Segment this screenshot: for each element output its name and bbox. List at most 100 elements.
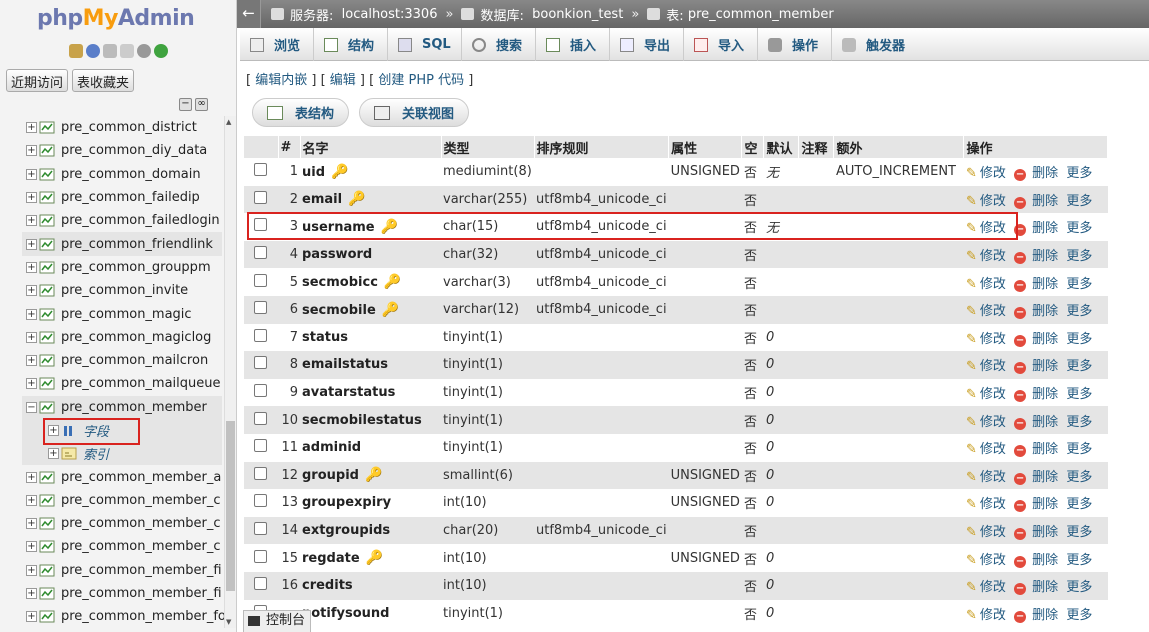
collapse-all-icon[interactable]: −: [179, 98, 192, 111]
expand-icon[interactable]: +: [26, 145, 37, 157]
edit-link[interactable]: 编辑: [330, 73, 356, 88]
table-row[interactable]: 16 credits int(10) 否 0 ✎ 修改 − 删除 更多: [244, 571, 1108, 600]
edit-action[interactable]: ✎ 修改: [966, 387, 1006, 402]
delete-action[interactable]: − 删除: [1014, 580, 1058, 596]
edit-action[interactable]: ✎ 修改: [966, 249, 1006, 264]
more-action[interactable]: 更多: [1066, 553, 1092, 568]
table-row[interactable]: 9 avatarstatus tinyint(1) 否 0 ✎ 修改 − 删除 更多: [244, 378, 1108, 407]
subtab-table-structure[interactable]: 表结构: [252, 98, 350, 127]
back-arrow-icon[interactable]: ←: [237, 0, 261, 28]
tree-item[interactable]: + pre_common_domain: [22, 163, 222, 186]
tree-item[interactable]: + pre_common_friendlink: [22, 232, 222, 256]
expand-icon[interactable]: +: [26, 261, 37, 273]
header-comments[interactable]: 注释: [798, 136, 835, 158]
table-row[interactable]: 8 emailstatus tinyint(1) 否 0 ✎ 修改 − 删除 更多: [244, 351, 1108, 379]
tab-search[interactable]: 搜索: [462, 28, 536, 61]
row-checkbox[interactable]: [254, 522, 267, 536]
expand-icon[interactable]: +: [26, 518, 37, 530]
breadcrumb-database[interactable]: 数据库: boonkion_test: [461, 5, 623, 24]
table-row[interactable]: 7 status tinyint(1) 否 0 ✎ 修改 − 删除 更多: [244, 323, 1108, 352]
table-row[interactable]: 2 email 🔑 varchar(255) utf8mb4_unicode_ci 否 ✎ 修…: [244, 185, 1108, 214]
delete-action[interactable]: − 删除: [1014, 525, 1058, 541]
expand-icon[interactable]: +: [26, 285, 37, 297]
expand-icon[interactable]: +: [26, 378, 37, 390]
table-row[interactable]: 4 password char(32) utf8mb4_unicode_ci 否 ✎ 修改 …: [244, 240, 1108, 269]
tree-item[interactable]: + pre_common_grouppm: [22, 256, 222, 279]
tree-item[interactable]: + pre_common_member_fi: [22, 559, 222, 582]
table-row[interactable]: notifysound tinyint(1) 否 0 ✎ 修改 − 删除 更多: [244, 599, 1108, 628]
nav-scrollbar[interactable]: ▲ ▼: [224, 116, 236, 628]
header-collation[interactable]: 排序规则: [534, 136, 670, 158]
expand-icon[interactable]: +: [26, 611, 37, 623]
breadcrumb-table[interactable]: 表: pre_common_member: [647, 5, 834, 24]
row-checkbox[interactable]: [254, 577, 267, 591]
expand-icon[interactable]: +: [26, 494, 37, 506]
expand-icon[interactable]: +: [26, 588, 37, 600]
row-checkbox[interactable]: [254, 411, 267, 425]
more-action[interactable]: 更多: [1066, 304, 1092, 319]
row-checkbox[interactable]: [254, 163, 267, 177]
reload-icon[interactable]: [154, 44, 168, 58]
edit-action[interactable]: ✎ 修改: [966, 332, 1006, 347]
header-number[interactable]: #: [278, 136, 301, 158]
tree-item[interactable]: + pre_common_failedlogin: [22, 209, 222, 232]
row-checkbox[interactable]: [254, 356, 267, 370]
row-checkbox[interactable]: [254, 246, 267, 260]
delete-action[interactable]: − 删除: [1014, 359, 1058, 375]
more-action[interactable]: 更多: [1066, 442, 1092, 457]
tree-item-current-table[interactable]: − pre_common_member: [22, 395, 222, 419]
tree-item[interactable]: + pre_common_failedip: [22, 186, 222, 209]
more-action[interactable]: 更多: [1066, 497, 1092, 512]
tree-item[interactable]: + pre_common_mailqueue: [22, 372, 222, 395]
expand-icon[interactable]: +: [26, 564, 37, 576]
tree-item[interactable]: + pre_common_member_fo: [22, 605, 226, 628]
header-null[interactable]: 空: [741, 136, 765, 158]
edit-action[interactable]: ✎ 修改: [966, 304, 1006, 319]
tree-item[interactable]: + pre_common_district: [22, 116, 222, 139]
expand-icon[interactable]: +: [26, 471, 37, 483]
delete-action[interactable]: − 删除: [1014, 194, 1058, 209]
tab-insert[interactable]: 插入: [536, 28, 610, 61]
more-action[interactable]: 更多: [1066, 249, 1092, 264]
table-row[interactable]: 6 secmobile 🔑 varchar(12) utf8mb4_unicode_ci…: [244, 295, 1108, 324]
create-php-link[interactable]: 创建 PHP 代码: [378, 73, 464, 88]
tree-item[interactable]: + pre_common_member_a: [22, 465, 222, 488]
table-row[interactable]: 11 adminid tinyint(1) 否 0 ✎ 修改 − 删除 更多: [244, 433, 1108, 462]
breadcrumb-server[interactable]: 服务器: localhost:3306: [271, 5, 437, 24]
delete-action[interactable]: − 删除: [1014, 387, 1058, 403]
edit-action[interactable]: ✎ 修改: [966, 497, 1006, 512]
expand-icon[interactable]: +: [26, 192, 37, 204]
link-with-main-icon[interactable]: ∞: [195, 98, 208, 111]
recent-tables-button[interactable]: 近期访问: [6, 69, 69, 92]
tree-item[interactable]: + pre_common_member_fi: [22, 582, 222, 605]
more-action[interactable]: 更多: [1066, 332, 1092, 347]
scroll-thumb[interactable]: [226, 421, 235, 591]
more-action[interactable]: 更多: [1066, 580, 1092, 595]
edit-action[interactable]: ✎ 修改: [966, 415, 1006, 430]
row-checkbox[interactable]: [254, 190, 267, 204]
query-window-icon[interactable]: [103, 44, 117, 58]
expand-icon[interactable]: +: [26, 238, 37, 250]
expand-icon[interactable]: +: [26, 122, 37, 134]
row-checkbox[interactable]: [254, 384, 267, 398]
table-row[interactable]: 10 secmobilestatus tinyint(1) 否 0 ✎ 修改 − 删除 更多: [244, 406, 1108, 434]
more-action[interactable]: 更多: [1066, 166, 1092, 181]
table-row[interactable]: 5 secmobicc 🔑 varchar(3) utf8mb4_unicode_ci 否…: [244, 268, 1108, 296]
tree-item[interactable]: + pre_common_member_c: [22, 512, 222, 535]
more-action[interactable]: 更多: [1066, 277, 1092, 292]
edit-action[interactable]: ✎ 修改: [966, 277, 1006, 292]
edit-action[interactable]: ✎ 修改: [966, 525, 1006, 540]
tree-item[interactable]: + pre_common_invite: [22, 279, 222, 302]
more-action[interactable]: 更多: [1066, 221, 1092, 236]
tree-item[interactable]: + pre_common_diy_data: [22, 139, 222, 162]
expand-icon[interactable]: +: [26, 308, 37, 320]
tab-browse[interactable]: 浏览: [240, 28, 314, 61]
edit-inline-link[interactable]: 编辑内嵌: [255, 73, 307, 88]
edit-action[interactable]: ✎ 修改: [966, 580, 1006, 595]
tree-item[interactable]: + pre_common_magic: [22, 302, 222, 325]
delete-action[interactable]: − 删除: [1014, 332, 1058, 347]
delete-action[interactable]: − 删除: [1014, 553, 1058, 568]
table-row[interactable]: 1 uid 🔑 mediumint(8) UNSIGNED 否无 AUTO_INCREMEN…: [244, 158, 1108, 186]
row-checkbox[interactable]: [254, 273, 267, 287]
table-row[interactable]: 15 regdate 🔑 int(10) UNSIGNED 否 0 ✎ 修改 − 删除 更多: [244, 544, 1108, 572]
